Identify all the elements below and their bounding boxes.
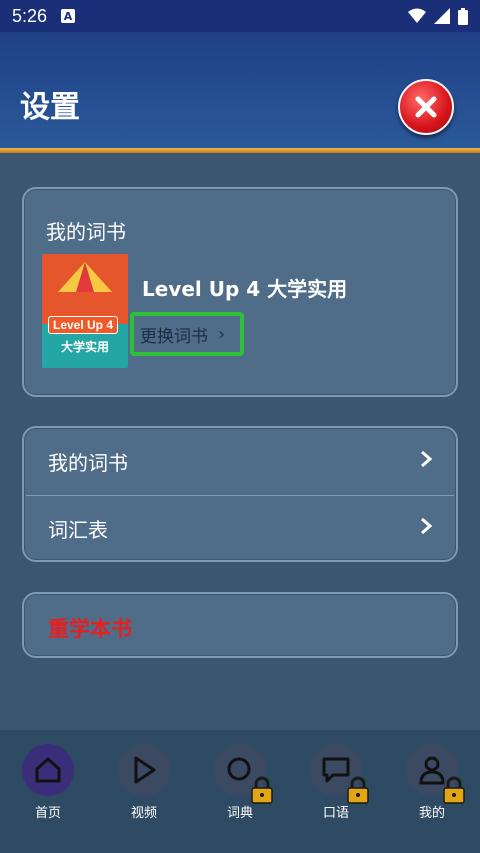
user-icon [406,744,465,804]
book-name: Level Up 4 大学实用 [142,277,348,301]
status-time: 5:26 [12,5,48,26]
menu-item-vocabulary[interactable]: 词汇表 [24,495,456,562]
lock-icon [443,776,465,804]
book-card: 我的词书 Level Up 4 大学实用 Level Up 4 大学实用 更换词… [22,187,458,397]
book-cover-subtitle: 大学实用 [60,340,109,354]
reset-book-label: 重学本书 [48,617,132,641]
battery-icon [458,7,468,25]
change-book-label: 更换词书 [140,326,208,347]
status-bar: 5:26 A [0,0,480,32]
menu-item-label: 词汇表 [48,518,108,542]
tab-label: 首页 [34,806,61,821]
tab-label: 口语 [322,806,349,821]
lock-icon [251,776,273,804]
home-icon [22,744,74,796]
bottom-tab-bar: 首页 视频 词典 口语 我的 [0,730,480,853]
wifi-icon [408,8,426,23]
page-title: 设置 [20,90,80,125]
tab-profile[interactable]: 我的 [402,744,465,844]
reset-book-button[interactable]: 重学本书 [22,592,458,658]
tab-label: 词典 [226,806,253,821]
change-book-button[interactable]: 更换词书 › [130,312,244,356]
signal-icon [434,8,450,24]
lock-icon [347,776,369,804]
book-card-title: 我的词书 [46,220,126,244]
tab-dictionary[interactable]: 词典 [210,744,273,844]
close-icon [415,96,437,118]
close-button[interactable] [398,79,454,135]
chat-icon [310,744,369,804]
chevron-right-icon: › [218,323,226,345]
tab-video[interactable]: 视频 [114,744,174,844]
menu-item-my-books[interactable]: 我的词书 [24,428,456,495]
chevron-right-icon [420,516,433,541]
tab-label: 视频 [130,806,157,821]
play-icon [118,744,170,796]
tab-label: 我的 [418,806,445,821]
header: 设置 [0,32,480,148]
tab-home[interactable]: 首页 [18,744,78,844]
search-icon [214,744,273,804]
notification-a-icon: A [61,9,76,23]
tab-speaking[interactable]: 口语 [306,744,369,844]
menu-card: 我的词书 词汇表 [22,426,458,562]
book-cover-level: Level Up 4 [48,316,119,334]
menu-item-label: 我的词书 [48,451,128,475]
chevron-right-icon [420,449,433,474]
book-cover-image: Level Up 4 大学实用 [42,254,128,368]
